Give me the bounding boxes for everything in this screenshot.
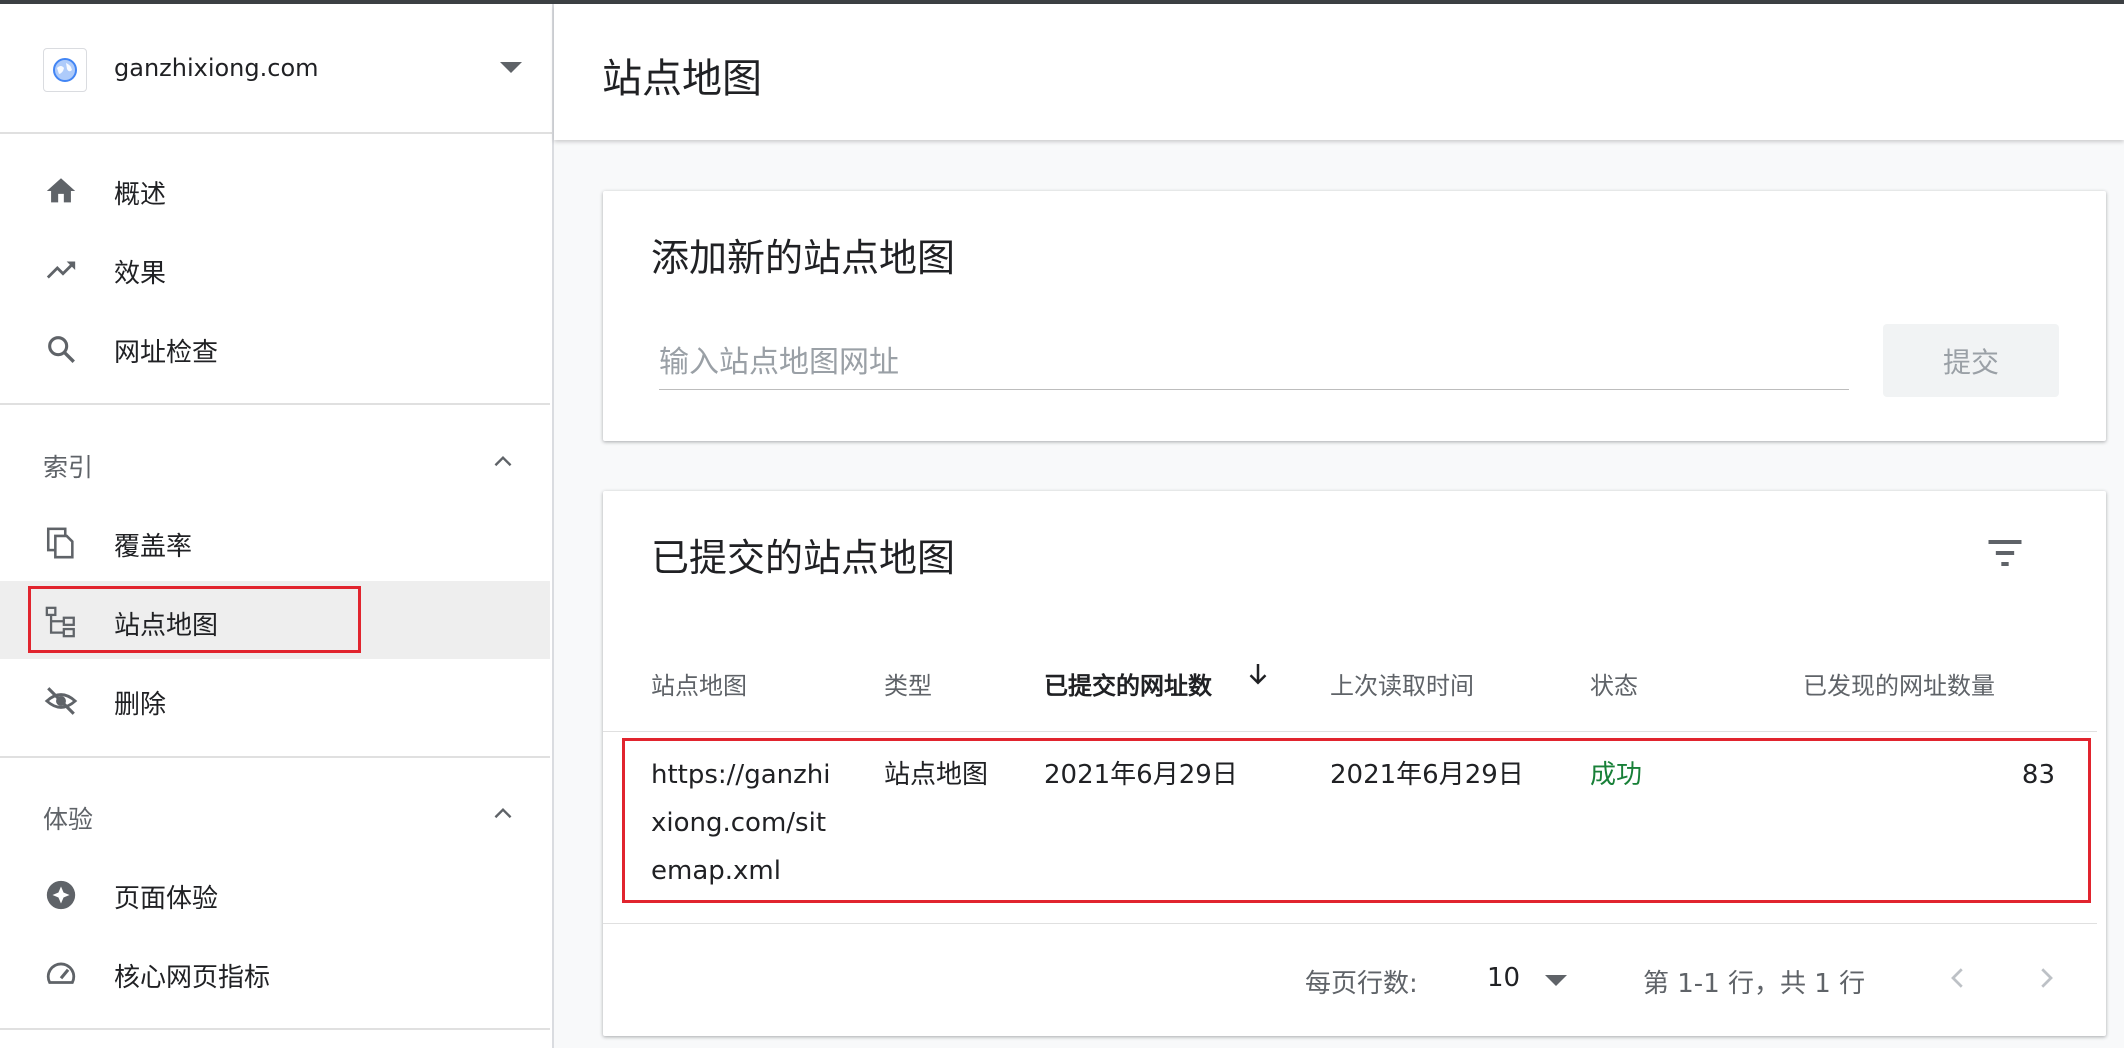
dropdown-arrow-icon[interactable] <box>500 62 522 73</box>
divider <box>0 403 550 405</box>
property-name: ganzhixiong.com <box>114 54 319 82</box>
nav-item-label: 删除 <box>114 690 167 720</box>
property-selector[interactable]: ganzhixiong.com <box>0 4 552 134</box>
filter-icon[interactable] <box>1983 531 2027 575</box>
nav-item-coverage[interactable]: 覆盖率 <box>0 502 550 580</box>
divider <box>0 1028 550 1030</box>
chevron-right-icon[interactable] <box>2031 963 2061 993</box>
nav-item-label: 核心网页指标 <box>114 963 271 993</box>
column-header-last-read[interactable]: 上次读取时间 <box>1330 666 1474 701</box>
rows-per-page-value: 10 <box>1487 963 1521 993</box>
search-icon <box>48 336 75 363</box>
section-header-experience: 体验 <box>43 805 94 834</box>
nav-item-overview[interactable]: 概述 <box>0 150 550 228</box>
divider <box>0 756 550 758</box>
chevron-up-icon[interactable] <box>490 449 516 475</box>
nav-item-label: 效果 <box>114 259 167 289</box>
home-icon <box>46 178 76 203</box>
column-header-discovered[interactable]: 已发现的网址数量 <box>1803 666 1995 701</box>
arrow-down-icon[interactable] <box>1243 659 1273 689</box>
nav-item-url-inspection[interactable]: 网址检查 <box>0 308 550 386</box>
rows-per-page-label: 每页行数: <box>1305 969 1418 999</box>
page-header: 站点地图 <box>554 4 2124 140</box>
column-header-sitemap[interactable]: 站点地图 <box>651 666 747 701</box>
column-header-submitted[interactable]: 已提交的网址数 <box>1044 666 1212 701</box>
column-header-status[interactable]: 状态 <box>1590 666 1638 701</box>
chevron-left-icon[interactable] <box>1943 963 1973 993</box>
section-header-index: 索引 <box>43 453 94 482</box>
speedometer-icon <box>46 962 76 984</box>
highlight-box <box>28 586 361 653</box>
sidebar: ganzhixiong.com 概述 效果 网址检查 索引 覆盖率 站点地图 删… <box>0 4 554 1048</box>
submit-button[interactable]: 提交 <box>1883 324 2059 397</box>
visibility-off-icon <box>44 687 78 715</box>
nav-item-page-experience[interactable]: 页面体验 <box>0 854 550 932</box>
column-header-type[interactable]: 类型 <box>884 666 932 701</box>
rows-per-page-select[interactable]: 10 <box>1483 957 1593 1001</box>
highlight-box <box>622 738 2091 903</box>
trending-up-icon <box>46 261 76 279</box>
table-divider <box>603 923 2097 924</box>
page-title: 站点地图 <box>602 56 762 102</box>
nav-item-performance[interactable]: 效果 <box>0 229 550 307</box>
globe-icon <box>43 48 87 92</box>
copy-pages-icon <box>46 527 74 559</box>
sitemap-url-input[interactable] <box>659 341 1849 390</box>
table-divider <box>603 731 2097 732</box>
dropdown-arrow-icon <box>1545 975 1567 986</box>
add-sitemap-title: 添加新的站点地图 <box>651 236 956 280</box>
nav-item-label: 网址检查 <box>114 338 219 368</box>
nav-item-label: 概述 <box>114 180 167 210</box>
add-sitemap-card: 添加新的站点地图 提交 <box>603 191 2106 441</box>
star-badge-icon <box>46 880 76 910</box>
submitted-sitemaps-title: 已提交的站点地图 <box>651 536 956 580</box>
pagination-range: 第 1-1 行，共 1 行 <box>1643 969 1866 999</box>
nav-item-label: 页面体验 <box>114 884 219 914</box>
nav-item-label: 覆盖率 <box>114 532 193 562</box>
chevron-up-icon[interactable] <box>490 801 516 827</box>
nav-item-removals[interactable]: 删除 <box>0 660 550 738</box>
nav-item-core-web-vitals[interactable]: 核心网页指标 <box>0 933 550 1011</box>
